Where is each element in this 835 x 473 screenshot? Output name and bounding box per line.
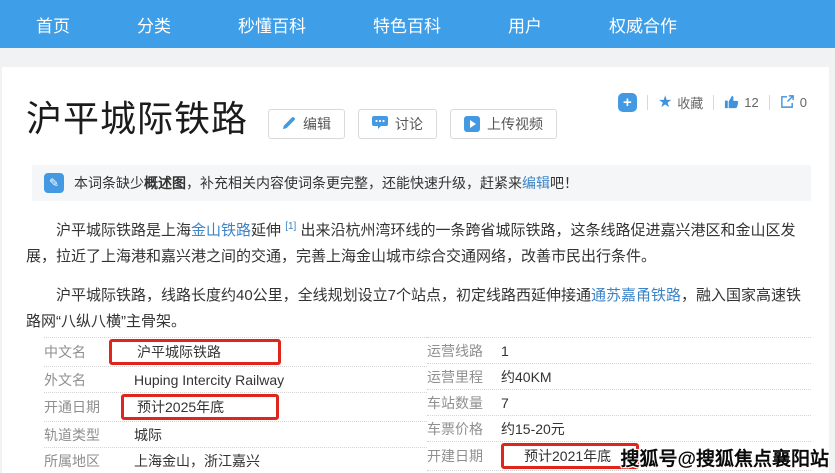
share-icon — [780, 94, 795, 112]
infobox-value: 约40KM — [501, 369, 552, 385]
discuss-button[interactable]: 讨论 — [358, 109, 437, 139]
infobox-value: 1 — [501, 343, 509, 359]
upload-video-button-label: 上传视频 — [487, 114, 543, 134]
infobox-label: 运营里程 — [427, 367, 501, 387]
share-count: 0 — [800, 95, 807, 110]
pencil-icon — [282, 116, 296, 133]
infobox-value-highlighted: 预计2021年底 — [501, 443, 639, 469]
link-jinshan-railway[interactable]: 金山铁路 — [191, 222, 251, 239]
pencil-icon: ✎ — [44, 173, 64, 193]
infobox-value: Huping Intercity Railway — [134, 372, 284, 388]
infobox-value: 城际 — [134, 427, 162, 443]
infobox-value-highlighted: 预计2025年底 — [121, 394, 279, 420]
share-button[interactable]: 0 — [780, 94, 807, 112]
notice-prefix: 本词条缺少 — [74, 175, 144, 191]
infobox-value: 7 — [501, 395, 509, 411]
infobox-label: 外文名 — [44, 370, 134, 390]
infobox-label: 开建日期 — [427, 446, 501, 466]
like-count: 12 — [744, 95, 758, 110]
edit-button-label: 编辑 — [303, 114, 331, 134]
social-bar: + ★ 收藏 12 0 — [618, 93, 807, 112]
infobox-label: 车站数量 — [427, 393, 501, 413]
infobox-value-highlighted: 沪平城际铁路 — [109, 339, 281, 365]
infobox-row: 中文名 沪平城际铁路 — [44, 338, 427, 367]
edit-button[interactable]: 编辑 — [268, 109, 345, 139]
infobox-row: 外文名 Huping Intercity Railway — [44, 367, 427, 393]
infobox-row: 车站数量 7 — [427, 390, 811, 416]
infobox-label: 运营线路 — [427, 341, 501, 361]
infobox-label: 所属地区 — [44, 451, 134, 471]
notice-middle: ，补充相关内容使词条更完整，还能快速升级，赶紧来 — [186, 175, 522, 191]
infobox-row: 运营里程 约40KM — [427, 364, 811, 390]
notice-bold-term: 概述图 — [144, 175, 186, 191]
like-button[interactable]: 12 — [724, 94, 758, 112]
infobox-left-column: 中文名 沪平城际铁路 外文名 Huping Intercity Railway … — [44, 337, 427, 473]
infobox-row: 所属地区 上海金山，浙江嘉兴 — [44, 448, 427, 473]
infobox-row: 轨道类型 城际 — [44, 422, 427, 448]
link-tongsujiayong-railway[interactable]: 通苏嘉甬铁路 — [591, 287, 681, 304]
notice-edit-link[interactable]: 编辑 — [522, 175, 550, 191]
chat-bubble-icon — [372, 115, 388, 133]
infobox-value: 约15-20元 — [501, 421, 565, 437]
infobox: 中文名 沪平城际铁路 外文名 Huping Intercity Railway … — [44, 337, 811, 473]
notice-text: 本词条缺少概述图，补充相关内容使词条更完整，还能快速升级，赶紧来编辑吧！ — [74, 173, 578, 193]
paragraph-text: 沪平城际铁路是上海 — [56, 222, 191, 239]
play-icon — [464, 116, 480, 132]
thumb-up-icon — [724, 94, 739, 112]
title-actions: 编辑 讨论 上传视频 — [268, 109, 557, 139]
notice-bar: ✎ 本词条缺少概述图，补充相关内容使词条更完整，还能快速升级，赶紧来编辑吧！ — [32, 165, 811, 201]
divider — [769, 95, 770, 110]
page-title: 沪平城际铁路 — [26, 95, 248, 143]
infobox-row: 开建日期 预计2021年底 — [427, 442, 811, 471]
nav-item-home[interactable]: 首页 — [36, 12, 70, 37]
reference-1-link[interactable]: [1] — [285, 221, 296, 232]
paragraph-1: 沪平城际铁路是上海金山铁路延伸 [1] 出来沿杭州湾环线的一条跨省城际铁路，这条… — [26, 214, 811, 270]
star-icon: ★ — [658, 95, 672, 111]
nav-item-miaodong-baike[interactable]: 秒懂百科 — [238, 12, 306, 37]
favorite-button[interactable]: ★ 收藏 — [658, 93, 703, 112]
paragraph-text: 沪平城际铁路，线路长度约40公里，全线规划设立7个站点，初定线路西延伸接通 — [56, 287, 591, 304]
favorite-label: 收藏 — [677, 93, 703, 112]
infobox-row: 车票价格 约15-20元 — [427, 416, 811, 442]
notice-suffix: 吧！ — [550, 175, 578, 191]
infobox-row: 开通日期 预计2025年底 — [44, 393, 427, 422]
discuss-button-label: 讨论 — [395, 114, 423, 134]
infobox-row: 运营线路 1 — [427, 338, 811, 364]
paragraph-text: 延伸 — [251, 222, 285, 239]
top-navbar: 首页 分类 秒懂百科 特色百科 用户 权威合作 — [0, 0, 835, 48]
nav-item-authority-cooperation[interactable]: 权威合作 — [609, 12, 677, 37]
divider — [713, 95, 714, 110]
plus-icon[interactable]: + — [618, 93, 637, 112]
nav-item-categories[interactable]: 分类 — [137, 12, 171, 37]
paragraph-2: 沪平城际铁路，线路长度约40公里，全线规划设立7个站点，初定线路西延伸接通通苏嘉… — [26, 283, 811, 335]
nav-item-featured-baike[interactable]: 特色百科 — [373, 12, 441, 37]
article-card: 沪平城际铁路 编辑 讨论 上传视频 + ★ 收藏 — [2, 67, 829, 473]
nav-item-users[interactable]: 用户 — [508, 12, 542, 37]
infobox-label: 车票价格 — [427, 419, 501, 439]
infobox-value: 上海金山，浙江嘉兴 — [134, 453, 260, 469]
page-background-gap — [0, 48, 835, 67]
infobox-label: 轨道类型 — [44, 425, 134, 445]
divider — [647, 95, 648, 110]
infobox-right-column: 运营线路 1 运营里程 约40KM 车站数量 7 车票价格 约15-20元 开建… — [427, 337, 811, 473]
upload-video-button[interactable]: 上传视频 — [450, 109, 557, 139]
